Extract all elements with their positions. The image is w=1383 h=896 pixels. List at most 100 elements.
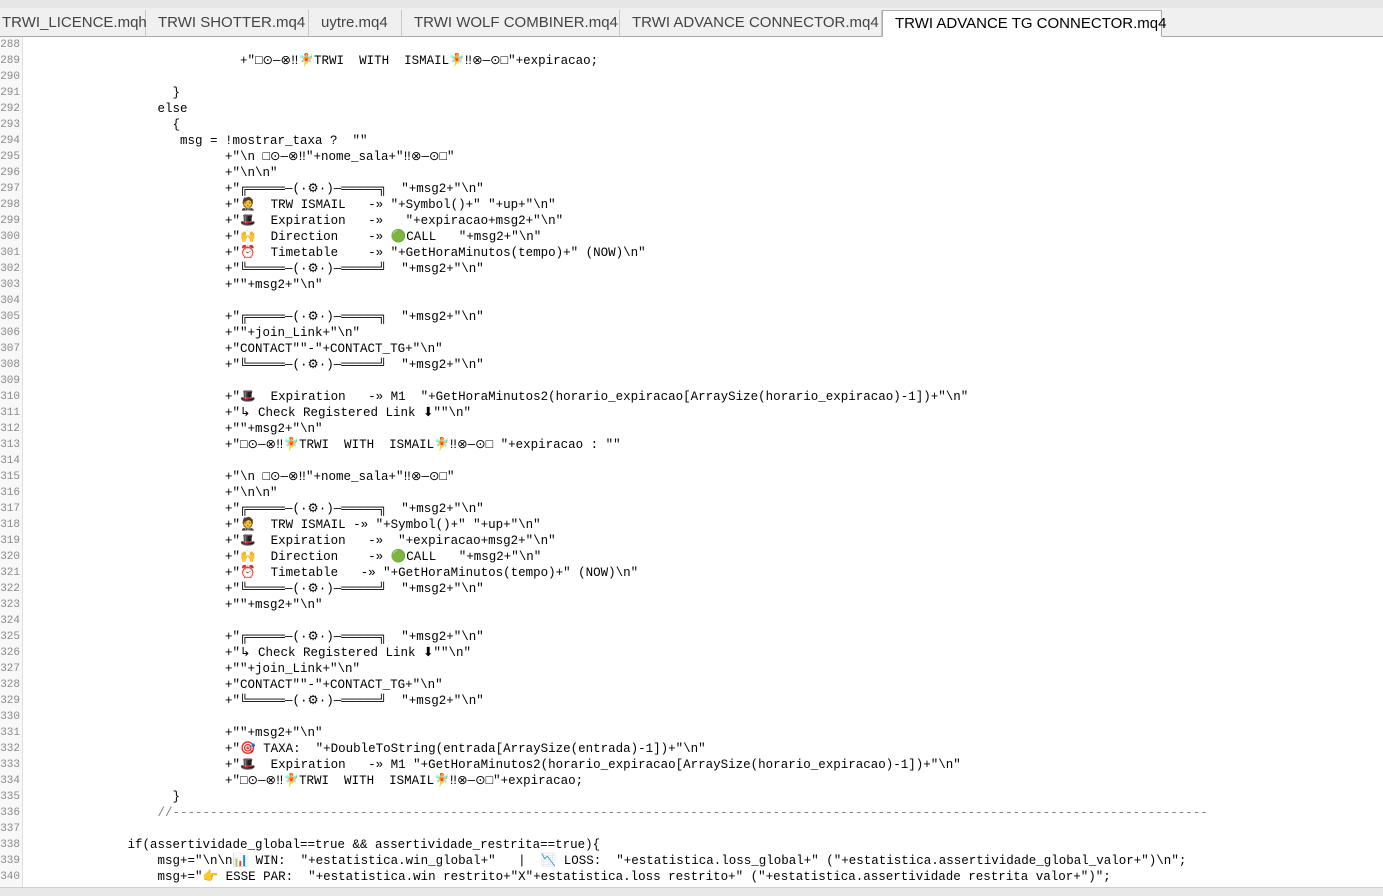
- code-line[interactable]: 289 +"□⊙—⊗‼🧚TRWI WITH ISMAIL🧚‼⊗—⊙□"+expi…: [0, 53, 1383, 69]
- code-text: +""+msg2+"\n": [0, 726, 323, 740]
- code-line[interactable]: 299 +"🎩 Expiration -» "+expiracao+msg2+"…: [0, 213, 1383, 229]
- code-line[interactable]: 292 else: [0, 101, 1383, 117]
- tab-trwi-wolf-combiner[interactable]: TRWI WOLF COMBINER.mq4: [402, 10, 620, 36]
- code-text: +""+join_Link+"\n": [0, 326, 361, 340]
- code-line[interactable]: 317 +"╔═════—(·⚙·)—═════╗ "+msg2+"\n": [0, 501, 1383, 517]
- code-text: +"CONTACT""-"+CONTACT_TG+"\n": [0, 342, 443, 356]
- code-line[interactable]: 324: [0, 613, 1383, 629]
- code-text: }: [0, 790, 181, 804]
- code-line[interactable]: 302 +"╚═════—(·⚙·)—═════╝ "+msg2+"\n": [0, 261, 1383, 277]
- code-line[interactable]: 323 +""+msg2+"\n": [0, 597, 1383, 613]
- code-line[interactable]: 315 +"\n □⊙—⊗‼"+nome_sala+"‼⊗—⊙□": [0, 469, 1383, 485]
- code-line[interactable]: 301 +"⏰ Timetable -» "+GetHoraMinutos(te…: [0, 245, 1383, 261]
- code-line[interactable]: 340 msg+="👉 ESSE PAR: "+estatistica.win …: [0, 869, 1383, 885]
- code-line[interactable]: 308 +"╚═════—(·⚙·)—═════╝ "+msg2+"\n": [0, 357, 1383, 373]
- code-line[interactable]: 325 +"╔═════—(·⚙·)—═════╗ "+msg2+"\n": [0, 629, 1383, 645]
- line-number: 314: [0, 455, 20, 467]
- code-text: +"╚═════—(·⚙·)—═════╝ "+msg2+"\n": [0, 262, 484, 276]
- code-line[interactable]: 330: [0, 709, 1383, 725]
- code-line[interactable]: 339 msg+="\n\n📊 WIN: "+estatistica.win_g…: [0, 853, 1383, 869]
- code-line[interactable]: 329 +"╚═════—(·⚙·)—═════╝ "+msg2+"\n": [0, 693, 1383, 709]
- code-text: +"🤵 TRW ISMAIL -» "+Symbol()+" "+up+"\n": [0, 198, 556, 212]
- code-line[interactable]: 295 +"\n □⊙—⊗‼"+nome_sala+"‼⊗—⊙□": [0, 149, 1383, 165]
- code-text: +"╚═════—(·⚙·)—═════╝ "+msg2+"\n": [0, 694, 484, 708]
- code-text: +"🤵 TRW ISMAIL -» "+Symbol()+" "+up+"\n": [0, 518, 541, 532]
- code-line[interactable]: 313 +"□⊙—⊗‼🧚TRWI WITH ISMAIL🧚‼⊗—⊙□ "+exp…: [0, 437, 1383, 453]
- code-line[interactable]: 312 +""+msg2+"\n": [0, 421, 1383, 437]
- code-line[interactable]: 334 +"□⊙—⊗‼🧚TRWI WITH ISMAIL🧚‼⊗—⊙□"+expi…: [0, 773, 1383, 789]
- line-number: 309: [0, 375, 20, 387]
- code-text: msg+="👉 ESSE PAR: "+estatistica.win rest…: [0, 870, 1111, 884]
- code-text: +"╔═════—(·⚙·)—═════╗ "+msg2+"\n": [0, 502, 484, 516]
- code-text: +"□⊙—⊗‼🧚TRWI WITH ISMAIL🧚‼⊗—⊙□"+expiraca…: [0, 774, 584, 788]
- code-line[interactable]: 306 +""+join_Link+"\n": [0, 325, 1383, 341]
- code-text: +""+msg2+"\n": [0, 598, 323, 612]
- code-text: +"🎩 Expiration -» "+expiracao+msg2+"\n": [0, 534, 556, 548]
- code-text: +"╔═════—(·⚙·)—═════╗ "+msg2+"\n": [0, 630, 484, 644]
- code-text: +"╔═════—(·⚙·)—═════╗ "+msg2+"\n": [0, 182, 484, 196]
- code-text: +"□⊙—⊗‼🧚TRWI WITH ISMAIL🧚‼⊗—⊙□ "+expirac…: [0, 438, 621, 452]
- code-line[interactable]: 337: [0, 821, 1383, 837]
- code-line[interactable]: 305 +"╔═════—(·⚙·)—═════╗ "+msg2+"\n": [0, 309, 1383, 325]
- file-tab-bar: TRWI_LICENCE.mqh TRWI SHOTTER.mq4 uytre.…: [0, 8, 1383, 37]
- code-line[interactable]: 322 +"╚═════—(·⚙·)—═════╝ "+msg2+"\n": [0, 581, 1383, 597]
- code-text: if(assertividade_global==true && asserti…: [0, 838, 601, 852]
- code-line[interactable]: 304: [0, 293, 1383, 309]
- code-line[interactable]: 288: [0, 37, 1383, 53]
- code-line[interactable]: 310 +"🎩 Expiration -» M1 "+GetHoraMinuto…: [0, 389, 1383, 405]
- code-line[interactable]: 316 +"\n\n": [0, 485, 1383, 501]
- line-number: 290: [0, 71, 20, 83]
- code-line[interactable]: 335 }: [0, 789, 1383, 805]
- code-line[interactable]: 298 +"🤵 TRW ISMAIL -» "+Symbol()+" "+up+…: [0, 197, 1383, 213]
- code-line[interactable]: 307 +"CONTACT""-"+CONTACT_TG+"\n": [0, 341, 1383, 357]
- code-line[interactable]: 326 +"↳ Check Registered Link ⬇""\n": [0, 645, 1383, 661]
- code-line[interactable]: 300 +"🙌 Direction -» 🟢CALL "+msg2+"\n": [0, 229, 1383, 245]
- code-text: +"🎩 Expiration -» M1 "+GetHoraMinutos2(h…: [0, 390, 969, 404]
- code-line[interactable]: 321 +"⏰ Timetable -» "+GetHoraMinutos(te…: [0, 565, 1383, 581]
- code-line[interactable]: 309: [0, 373, 1383, 389]
- code-line[interactable]: 296 +"\n\n": [0, 165, 1383, 181]
- code-line[interactable]: 311 +"↳ Check Registered Link ⬇""\n": [0, 405, 1383, 421]
- code-text: +"CONTACT""-"+CONTACT_TG+"\n": [0, 678, 443, 692]
- tab-trwi-licence[interactable]: TRWI_LICENCE.mqh: [0, 10, 147, 36]
- code-line[interactable]: 291 }: [0, 85, 1383, 101]
- tab-uytre[interactable]: uytre.mq4: [309, 10, 402, 36]
- code-line[interactable]: 319 +"🎩 Expiration -» "+expiracao+msg2+"…: [0, 533, 1383, 549]
- tab-trwi-advance-connector[interactable]: TRWI ADVANCE CONNECTOR.mq4: [620, 10, 882, 36]
- code-text: //--------------------------------------…: [0, 806, 1208, 820]
- code-line[interactable]: 314: [0, 453, 1383, 469]
- code-line[interactable]: 332 +"🎯 TAXA: "+DoubleToString(entrada[A…: [0, 741, 1383, 757]
- code-line[interactable]: 293 {: [0, 117, 1383, 133]
- code-text: +""+msg2+"\n": [0, 422, 323, 436]
- code-text: }: [0, 86, 181, 100]
- code-line[interactable]: 318 +"🤵 TRW ISMAIL -» "+Symbol()+" "+up+…: [0, 517, 1383, 533]
- code-line[interactable]: 331 +""+msg2+"\n": [0, 725, 1383, 741]
- code-text: +"↳ Check Registered Link ⬇""\n": [0, 406, 472, 420]
- line-number: 324: [0, 615, 20, 627]
- code-line[interactable]: 336 //----------------------------------…: [0, 805, 1383, 821]
- code-text: +"□⊙—⊗‼🧚TRWI WITH ISMAIL🧚‼⊗—⊙□"+expiraca…: [0, 54, 599, 68]
- code-text: +"╔═════—(·⚙·)—═════╗ "+msg2+"\n": [0, 310, 484, 324]
- code-text: +"↳ Check Registered Link ⬇""\n": [0, 646, 472, 660]
- code-text: +"╚═════—(·⚙·)—═════╝ "+msg2+"\n": [0, 582, 484, 596]
- code-line[interactable]: 303 +""+msg2+"\n": [0, 277, 1383, 293]
- code-text: +"\n □⊙—⊗‼"+nome_sala+"‼⊗—⊙□": [0, 470, 455, 484]
- code-line[interactable]: 290: [0, 69, 1383, 85]
- code-line[interactable]: 338 if(assertividade_global==true && ass…: [0, 837, 1383, 853]
- line-number: 337: [0, 823, 20, 835]
- tab-trwi-shotter[interactable]: TRWI SHOTTER.mq4: [146, 10, 309, 36]
- code-line[interactable]: 333 +"🎩 Expiration -» M1 "+GetHoraMinuto…: [0, 757, 1383, 773]
- code-line[interactable]: 320 +"🙌 Direction -» 🟢CALL "+msg2+"\n": [0, 549, 1383, 565]
- code-text: msg+="\n\n📊 WIN: "+estatistica.win_globa…: [0, 854, 1187, 868]
- code-editor[interactable]: 288 289 +"□⊙—⊗‼🧚TRWI WITH ISMAIL🧚‼⊗—⊙□"+e…: [0, 37, 1383, 895]
- code-line[interactable]: 297 +"╔═════—(·⚙·)—═════╗ "+msg2+"\n": [0, 181, 1383, 197]
- code-text: +"╚═════—(·⚙·)—═════╝ "+msg2+"\n": [0, 358, 484, 372]
- code-line[interactable]: 294 msg = !mostrar_taxa ? "": [0, 133, 1383, 149]
- code-text: +"\n □⊙—⊗‼"+nome_sala+"‼⊗—⊙□": [0, 150, 455, 164]
- code-line[interactable]: 328 +"CONTACT""-"+CONTACT_TG+"\n": [0, 677, 1383, 693]
- code-line[interactable]: 327 +""+join_Link+"\n": [0, 661, 1383, 677]
- code-text: +"⏰ Timetable -» "+GetHoraMinutos(tempo)…: [0, 566, 639, 580]
- line-number: 288: [0, 39, 20, 51]
- tab-trwi-advance-tg-connector[interactable]: TRWI ADVANCE TG CONNECTOR.mq4: [882, 10, 1166, 37]
- code-text: +"🎩 Expiration -» "+expiracao+msg2+"\n": [0, 214, 564, 228]
